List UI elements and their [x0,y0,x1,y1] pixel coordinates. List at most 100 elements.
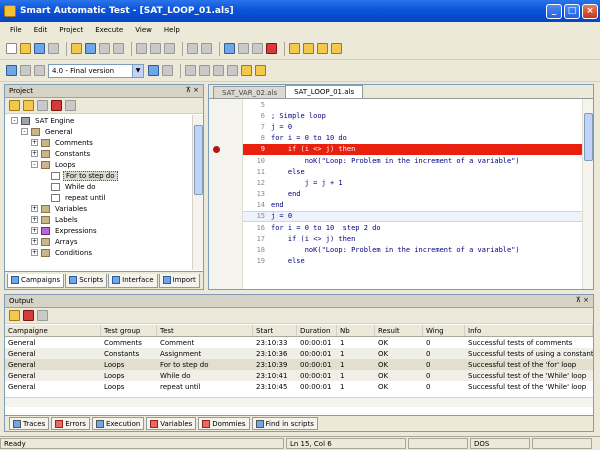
code-line[interactable]: 14 end [243,200,583,211]
tree-item[interactable]: For to step do [11,170,193,181]
find-in-files-icon[interactable] [266,43,277,54]
bookmark-clear-icon[interactable] [331,43,342,54]
output-tab[interactable]: Traces [9,417,50,430]
tab-interface[interactable]: Interface [108,273,158,288]
open-output-icon[interactable] [9,310,20,321]
add-folder-icon[interactable] [9,100,20,111]
code-line[interactable]: 19 else [243,256,583,267]
tree-item[interactable]: + Comments [11,137,193,148]
output-hscrollbar[interactable] [5,397,593,407]
project-scrollbar[interactable] [192,115,203,270]
column-header[interactable]: Info [465,325,593,336]
code-line[interactable]: 8 for i = 0 to 10 do [243,133,583,144]
debug-icon[interactable] [162,65,173,76]
output-tab[interactable]: Variables [146,417,197,430]
run-icon[interactable] [6,65,17,76]
edit-icon[interactable] [23,100,34,111]
version-select[interactable]: 4.0 - Final version ▼ [48,63,144,78]
open-folder-icon[interactable] [20,43,31,54]
tab-campaigns[interactable]: Campaigns [7,273,65,288]
clear-output-icon[interactable] [23,310,34,321]
code-line[interactable]: 6 ; Simple loop [243,110,583,121]
code-line[interactable]: 18 noK("Loop: Problem in the increment o… [243,244,583,255]
clear-breakpoints-icon[interactable] [255,65,266,76]
collapse-icon[interactable]: - [31,161,38,168]
code-line[interactable]: 7 j = 0 [243,121,583,132]
menu-file[interactable]: File [4,26,28,34]
code-line[interactable]: 15 j = 0 [243,210,583,223]
menu-project[interactable]: Project [53,26,89,34]
bookmark-next-icon[interactable] [303,43,314,54]
column-header[interactable]: Duration [297,325,337,336]
table-row[interactable]: General Comments Comment 23:10:33 00:00:01 1 O… [5,337,593,348]
save-project-icon[interactable] [85,43,96,54]
run-to-cursor-icon[interactable] [227,65,238,76]
stop-icon[interactable] [34,65,45,76]
bookmark-prev-icon[interactable] [317,43,328,54]
expand-icon[interactable]: + [31,205,38,212]
output-tab[interactable]: Errors [51,417,90,430]
delete-icon[interactable] [51,100,62,111]
step-over-icon[interactable] [199,65,210,76]
print-icon[interactable] [48,43,59,54]
close-button[interactable]: × [582,3,598,19]
editor-tab[interactable]: SAT_VAR_02.als [213,86,287,98]
tree-item[interactable]: + Expressions [11,225,193,236]
find-next-icon[interactable] [238,43,249,54]
chevron-down-icon[interactable]: ▼ [132,64,143,77]
code-line[interactable]: 17 if (i <> j) then [243,233,583,244]
code-line[interactable]: 5 [243,99,583,110]
panel-pin-close-icon[interactable]: ⊼ × [576,296,589,304]
column-header[interactable]: Result [375,325,423,336]
editor-scrollbar[interactable] [582,99,593,289]
paste-icon[interactable] [164,43,175,54]
tree-item[interactable]: + Conditions [11,247,193,258]
code-line[interactable]: 10 noK("Loop: Problem in the increment o… [243,155,583,166]
cut-icon[interactable] [136,43,147,54]
expand-icon[interactable]: + [31,249,38,256]
find-prev-icon[interactable] [252,43,263,54]
scroll-thumb[interactable] [194,125,203,195]
tree-item[interactable]: + Labels [11,214,193,225]
redo-icon[interactable] [201,43,212,54]
bookmark-icon[interactable] [289,43,300,54]
project-tree[interactable]: - SAT Engine - General + Comments + Constants - L… [5,115,193,270]
export-icon[interactable] [113,43,124,54]
output-tab[interactable]: Execution [91,417,145,430]
properties-icon[interactable] [37,100,48,111]
title-bar[interactable]: Smart Automatic Test - [SAT_LOOP_01.als]… [0,0,600,22]
undo-icon[interactable] [187,43,198,54]
column-header[interactable]: Nb [337,325,375,336]
code-line[interactable]: 13 end [243,189,583,200]
tree-item[interactable]: - SAT Engine [11,115,193,126]
editor-gutter[interactable] [209,99,243,289]
column-header[interactable]: Start [253,325,297,336]
code-line-breakpoint[interactable]: 9 if (i <> j) then [243,143,583,155]
code-line[interactable]: 11 else [243,166,583,177]
code-line[interactable]: 16 for i = 0 to 10 step 2 do [243,222,583,233]
panel-pin-close-icon[interactable]: ⊼ × [186,86,199,94]
tree-item[interactable]: + Constants [11,148,193,159]
tab-scripts[interactable]: Scripts [65,273,108,288]
copy-output-icon[interactable] [37,310,48,321]
open-project-icon[interactable] [71,43,82,54]
menu-help[interactable]: Help [158,26,186,34]
editor-tab-active[interactable]: SAT_LOOP_01.als [285,85,364,98]
table-row[interactable]: General Loops While do 23:10:41 00:00:01 1 OK 0… [5,370,593,381]
column-header[interactable]: Test [157,325,253,336]
column-header[interactable]: Wing [423,325,465,336]
tree-item[interactable]: repeat until [11,192,193,203]
scroll-thumb[interactable] [584,113,593,161]
maximize-button[interactable]: □ [564,3,580,19]
tab-import[interactable]: Import [158,273,200,288]
toggle-breakpoint-icon[interactable] [241,65,252,76]
code-area[interactable]: 5 6 ; Simple loop 7 j = 0 8 for i = 0 to 10 do… [243,99,583,289]
menu-edit[interactable]: Edit [28,26,54,34]
tree-item[interactable]: + Arrays [11,236,193,247]
copy-icon[interactable] [150,43,161,54]
compile-icon[interactable] [148,65,159,76]
expand-icon[interactable]: + [31,216,38,223]
refresh-icon[interactable] [65,100,76,111]
tree-item[interactable]: - General [11,126,193,137]
expand-icon[interactable]: + [31,238,38,245]
